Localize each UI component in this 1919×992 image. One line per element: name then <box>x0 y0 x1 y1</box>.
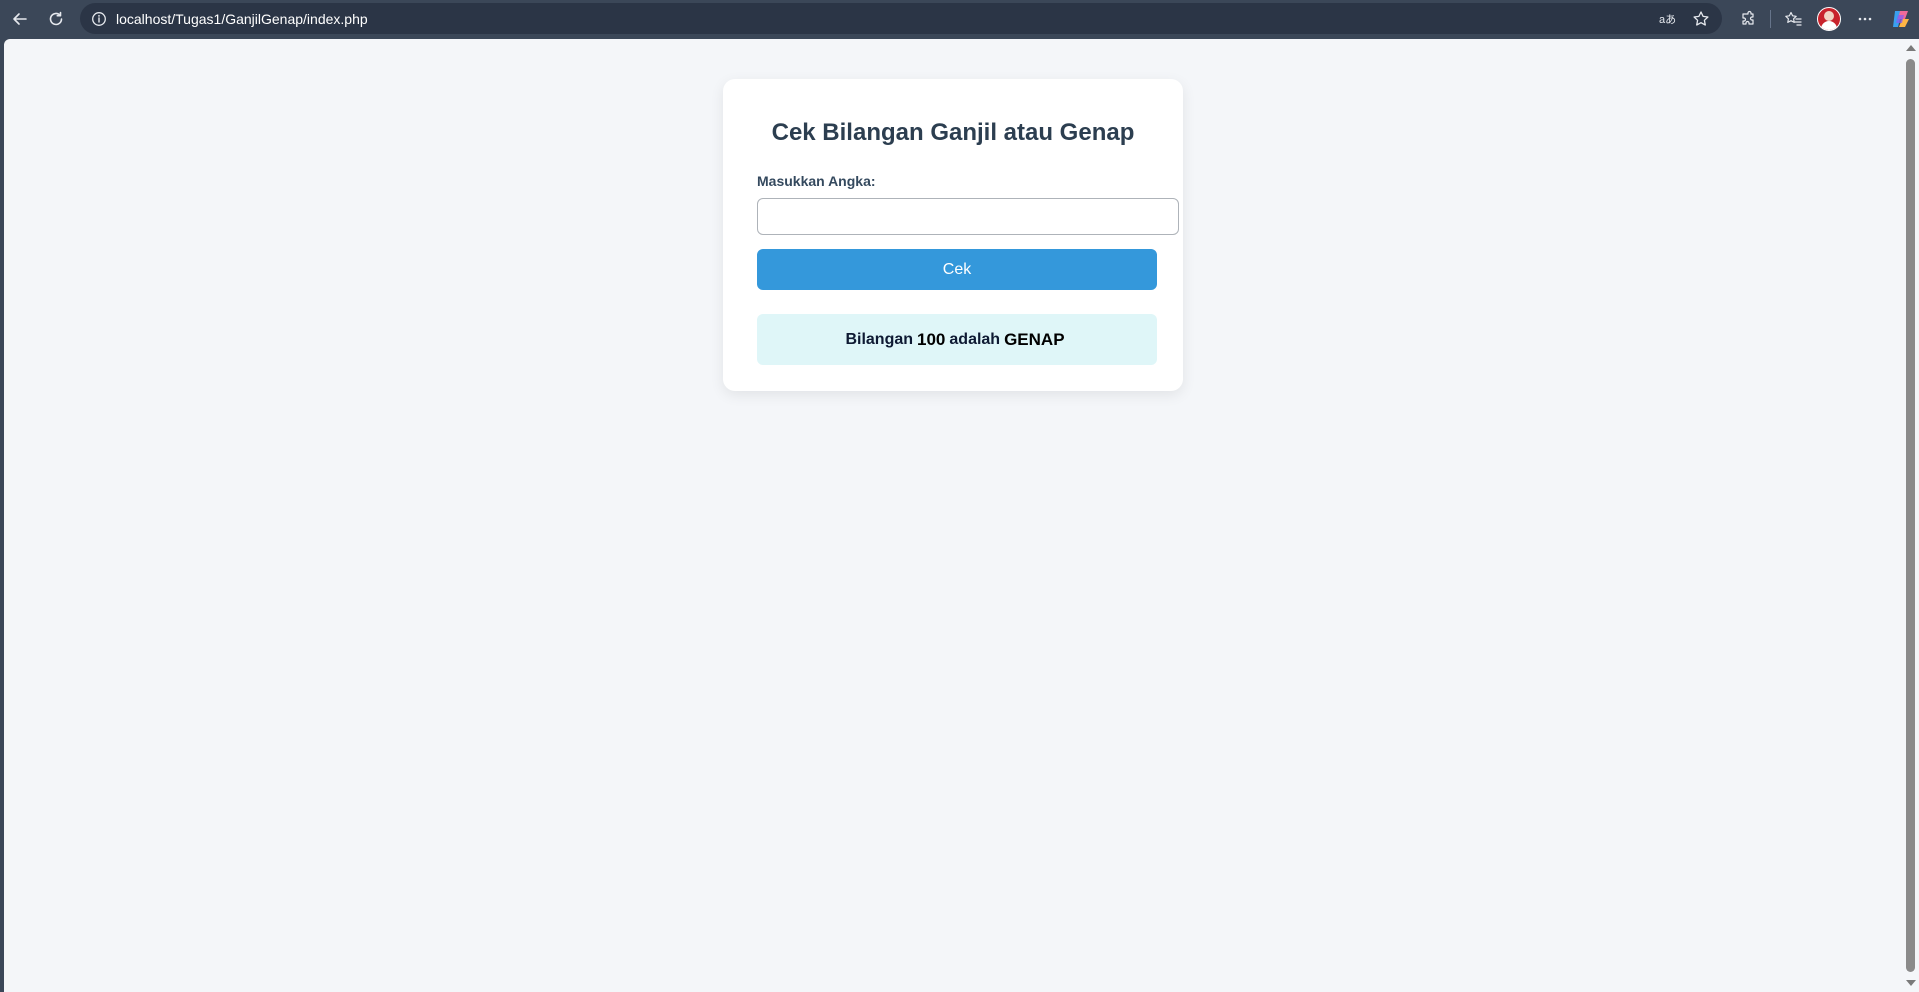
result-box: Bilangan 100 adalah GENAP <box>757 314 1157 365</box>
result-verdict: GENAP <box>1004 329 1065 349</box>
url-text[interactable]: localhost/Tugas1/GanjilGenap/index.php <box>116 11 368 27</box>
result-number: 100 <box>917 329 946 349</box>
number-input[interactable] <box>757 198 1179 235</box>
profile-avatar[interactable] <box>1811 3 1847 35</box>
favorite-star-icon[interactable] <box>1686 5 1716 33</box>
vertical-scrollbar[interactable] <box>1902 39 1919 992</box>
check-button[interactable]: Cek <box>757 249 1157 290</box>
copilot-icon[interactable] <box>1883 3 1919 35</box>
page-viewport: Cek Bilangan Ganjil atau Genap Masukkan … <box>4 39 1902 992</box>
read-aloud-icon[interactable]: aあ <box>1652 5 1682 33</box>
site-info-icon[interactable] <box>88 8 110 30</box>
scroll-thumb[interactable] <box>1906 59 1915 972</box>
browser-toolbar: localhost/Tugas1/GanjilGenap/index.php a… <box>0 0 1919 38</box>
svg-text:aあ: aあ <box>1659 13 1676 26</box>
result-prefix: Bilangan <box>845 330 914 348</box>
page-title: Cek Bilangan Ganjil atau Genap <box>771 119 1135 146</box>
form-card: Cek Bilangan Ganjil atau Genap Masukkan … <box>723 79 1183 391</box>
reload-icon[interactable] <box>38 3 74 35</box>
scroll-down-arrow-icon[interactable] <box>1906 980 1916 986</box>
toolbar-divider <box>1770 10 1771 28</box>
extensions-icon[interactable] <box>1730 3 1766 35</box>
number-label: Masukkan Angka: <box>757 173 876 189</box>
favorites-icon[interactable] <box>1775 3 1811 35</box>
address-bar[interactable]: localhost/Tugas1/GanjilGenap/index.php a… <box>80 3 1722 34</box>
scroll-up-arrow-icon[interactable] <box>1906 45 1916 51</box>
more-icon[interactable] <box>1847 3 1883 35</box>
back-icon[interactable] <box>2 3 38 35</box>
result-middle: adalah <box>949 330 1001 348</box>
